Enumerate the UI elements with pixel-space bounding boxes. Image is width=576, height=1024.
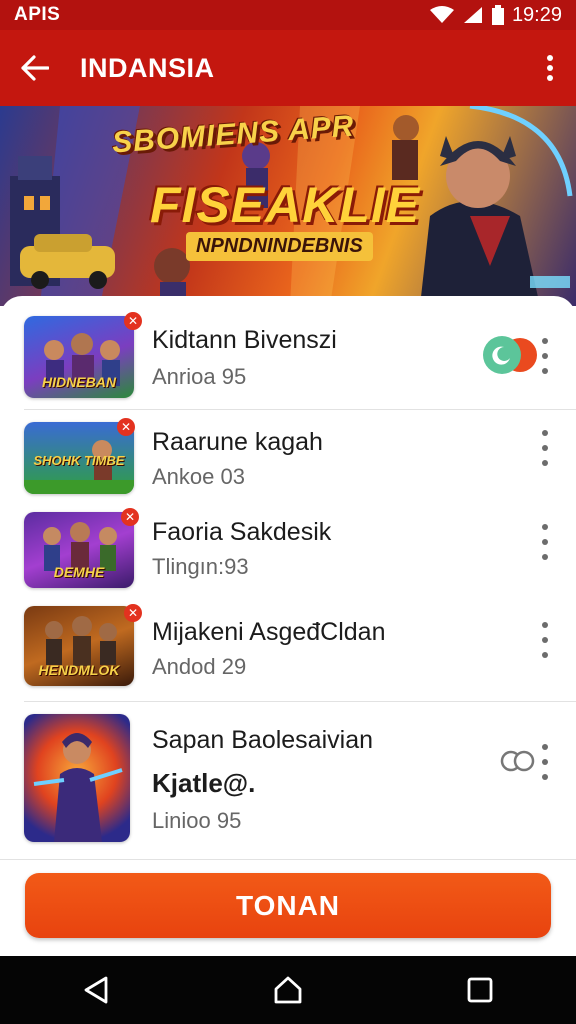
game-thumbnail — [24, 714, 130, 842]
back-triangle-icon — [84, 976, 108, 1004]
app-bar: INDANSIA — [0, 30, 576, 106]
nav-back-button[interactable] — [56, 960, 136, 1020]
list-item[interactable]: HIDNEBAN ✕ Kidtann Bivenszi Anrioa 95 — [0, 296, 576, 410]
game-subtitle: Ankoe 03 — [152, 464, 245, 489]
wifi-icon — [429, 6, 454, 23]
overflow-menu-button[interactable] — [524, 30, 576, 106]
primary-action-button[interactable]: TONAN — [25, 873, 551, 938]
game-thumbnail: DEMHE — [24, 512, 134, 588]
status-carrier: APIS — [14, 4, 61, 25]
game-list: HIDNEBAN ✕ Kidtann Bivenszi Anrioa 95 SH… — [0, 296, 576, 866]
banner-strip: NPNDNINDEBNIS — [186, 232, 373, 261]
list-item[interactable]: HENDMLOK ✕ Mijakeni AsgeđCldan Andod 29 — [0, 604, 576, 702]
list-item[interactable]: SHOHK TIMBE ✕ Raarune kagah Ankoe 03 — [0, 410, 576, 508]
game-subtitle: Tlingın:93 — [152, 554, 249, 579]
notification-badge-icon: ✕ — [124, 312, 142, 330]
nav-recents-button[interactable] — [440, 960, 520, 1020]
promo-banner[interactable]: SBOMIENS APR FISEAKLIE NPNDNINDEBNIS — [0, 106, 576, 306]
notification-badge-icon: ✕ — [117, 418, 135, 436]
game-thumbnail: HENDMLOK — [24, 606, 134, 686]
nav-home-button[interactable] — [248, 960, 328, 1020]
notification-badge-icon: ✕ — [121, 508, 139, 526]
thumbnail-art — [33, 733, 123, 842]
item-menu-button[interactable] — [534, 622, 556, 658]
item-menu-button[interactable] — [534, 524, 556, 560]
thumbnail-label: HENDMLOK — [38, 662, 120, 678]
recents-square-icon — [467, 977, 493, 1003]
notification-badge-icon: ✕ — [124, 604, 142, 622]
thumbnail-label: HIDNEBAN — [42, 374, 116, 390]
game-title: Mijakeni AsgeđCldan — [152, 618, 386, 646]
game-subtitle: Anrioa 95 — [152, 364, 247, 389]
banner-subtitle: FISEAKLIE — [150, 177, 421, 233]
toggle-on-icon[interactable] — [482, 336, 538, 374]
game-tagline: Kjatle@. — [152, 768, 256, 798]
toggle-off-icon[interactable] — [500, 750, 536, 772]
status-bar: APIS 19:29 — [0, 0, 576, 30]
arrow-back-icon — [21, 55, 49, 81]
battery-icon — [491, 5, 504, 25]
item-menu-button[interactable] — [534, 338, 556, 374]
thumbnail-label: DEMHE — [53, 564, 105, 580]
divider — [0, 859, 576, 860]
status-time: 19:29 — [511, 3, 562, 26]
game-title: Raarune kagah — [152, 428, 323, 456]
list-item[interactable]: Sapan Baolesaivian Kjatle@. Linioo 95 — [0, 702, 576, 860]
thumbnail-label: SHOHK TIMBE — [33, 453, 125, 468]
game-title: Kidtann Bivenszi — [152, 326, 337, 354]
back-button[interactable] — [0, 30, 70, 106]
game-subtitle: Linioo 95 — [152, 808, 242, 833]
game-thumbnail: SHOHK TIMBE — [24, 422, 134, 494]
more-vert-icon — [547, 55, 553, 81]
game-title: Sapan Baolesaivian — [152, 726, 373, 754]
list-item[interactable]: DEMHE ✕ Faoria Sakdesik Tlingın:93 — [0, 508, 576, 604]
game-subtitle: Andod 29 — [152, 654, 247, 679]
item-menu-button[interactable] — [534, 430, 556, 466]
game-title: Faoria Sakdesik — [152, 518, 332, 546]
game-thumbnail: HIDNEBAN — [24, 316, 134, 398]
signal-icon — [463, 7, 482, 23]
item-menu-button[interactable] — [534, 744, 556, 780]
home-icon — [274, 976, 302, 1004]
app-title: INDANSIA — [80, 52, 215, 83]
system-nav-bar — [0, 956, 576, 1024]
status-icons: 19:29 — [429, 3, 562, 27]
